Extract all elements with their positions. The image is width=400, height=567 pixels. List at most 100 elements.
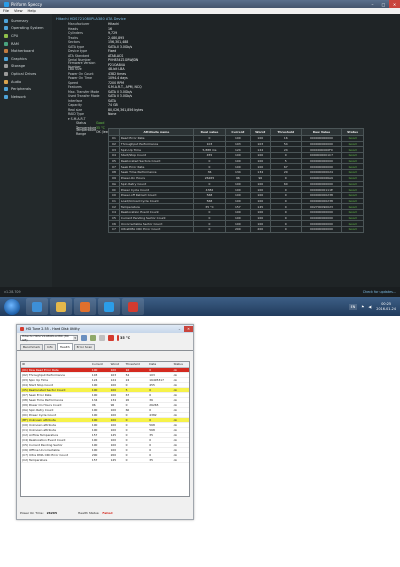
exit-icon[interactable] (108, 335, 114, 341)
power-on-value: 26265 (46, 511, 58, 515)
property-value: 16 (108, 26, 113, 31)
hdtune-window: HD Tune 2.55 - Hard Disk Utility – ✕ Hit… (16, 324, 194, 520)
close-button[interactable]: ✕ (389, 0, 400, 8)
thermometer-icon (117, 335, 119, 341)
language-indicator[interactable]: EN (348, 303, 358, 310)
sidebar-item-icon (4, 94, 8, 99)
temperature-display: 35 °C (117, 335, 130, 341)
hdtune-app-icon (20, 327, 24, 331)
smart-table-row: 05 Reallocated Sectors Count 0 100 100 5 00000… (108, 157, 364, 165)
check-updates-link[interactable]: Check for updates... (363, 290, 396, 294)
smart-column-header: Attribute name (118, 128, 194, 136)
smart-cell: 200 (249, 226, 271, 233)
version-label: v1.28.709 (4, 290, 21, 294)
sidebar-item-icon (4, 79, 8, 84)
flag-icon[interactable]: ⚑ (361, 305, 364, 309)
hdtune-titlebar: HD Tune 2.55 - Hard Disk Utility – ✕ (17, 325, 193, 333)
tab-error-scan[interactable]: Error Scan (73, 343, 96, 350)
clock-date: 2016-01-24 (376, 306, 396, 311)
hdtune-title: HD Tune 2.55 - Hard Disk Utility (26, 327, 80, 331)
property-name: Speed (68, 80, 78, 85)
property-value: 48-bit LBA (108, 67, 125, 72)
property-name: Interface (68, 98, 83, 103)
property-value: SATA II 3.0Gb/s (108, 94, 133, 99)
sidebar-item[interactable]: RAM (0, 40, 52, 48)
smart-cell: 200 (225, 226, 251, 233)
start-button[interactable] (4, 298, 20, 315)
sidebar-item[interactable]: Motherboard (0, 47, 52, 55)
menu-file[interactable]: File (3, 9, 9, 13)
health-cell: 145 (109, 457, 125, 463)
speccy-statusbar: v1.28.709 Check for updates... (0, 287, 400, 297)
property-value: ATA8-ACS (108, 53, 124, 58)
sidebar-item-label: Graphics (11, 56, 27, 61)
smart-column-header (108, 128, 120, 136)
drive-select[interactable]: Hitachi HDS721080PLA380 (80 GB) ▾ (20, 334, 78, 342)
speccy-title: Piriform Speccy (11, 1, 43, 7)
health-table-row[interactable]: (C2) Temperature 157 145 0 35 ok (21, 457, 189, 463)
minimize-button[interactable]: – (367, 0, 378, 8)
menu-help[interactable]: Help (28, 9, 36, 13)
smart-table-row: C6 Uncorrectable Sector Count 0 100 100 0 0000… (108, 220, 364, 227)
sidebar-item[interactable]: Summary (0, 17, 52, 25)
taskbar-button[interactable] (50, 298, 72, 315)
property-name: LBA Size (68, 67, 82, 72)
sidebar-item-label: Motherboard (11, 49, 35, 54)
property-value: 1094.4 days (108, 76, 128, 81)
firefox-icon (80, 301, 90, 312)
smart-attributes-table: Attribute name Real value Current Worst Thre… (108, 128, 364, 233)
health-cell: 157 (90, 457, 110, 463)
sidebar-item-label: Peripherals (11, 87, 32, 92)
sidebar-item-icon (4, 64, 8, 69)
smart-column-header: Threshold (269, 128, 302, 136)
hdtune-close-button[interactable]: ✕ (184, 326, 193, 332)
sidebar-item[interactable]: Network (0, 93, 52, 101)
sidebar-item[interactable]: Operating System (0, 25, 52, 33)
taskbar-button[interactable] (98, 298, 120, 315)
tab-info[interactable]: Info (44, 343, 56, 350)
menu-view[interactable]: View (14, 9, 23, 13)
speccy-sidebar: Summary Operating System CPU RAM Motherboard… (0, 14, 52, 287)
sidebar-item-icon (4, 71, 8, 76)
hdtune-footer: Power On Time: 26265 Health Status: Fail… (20, 511, 190, 515)
ie-icon (32, 301, 42, 312)
property-value: SATA-II 3.0Gb/s (108, 44, 133, 49)
clock[interactable]: 00:25 2016-01-24 (376, 302, 396, 311)
smart-cell: C7 (108, 226, 120, 233)
volume-icon[interactable]: ◀) (368, 305, 372, 309)
property-value: 74 GB (108, 103, 118, 108)
taskbar-button[interactable] (26, 298, 48, 315)
maximize-button[interactable]: □ (378, 0, 389, 8)
property-name: Device type (68, 49, 88, 54)
sidebar-item[interactable]: Audio (0, 78, 52, 86)
property-value: 9,729 (108, 31, 118, 36)
health-cell: (C2) Temperature (21, 457, 91, 463)
property-value: 80,026,361,856 bytes (108, 107, 144, 112)
property-value: None (108, 112, 117, 117)
sidebar-item-icon (4, 56, 8, 61)
sidebar-item[interactable]: Graphics (0, 55, 52, 63)
smart-column-header: Real value (192, 128, 227, 136)
hdtune-tabs: Benchmark Info Health Error Scan (17, 342, 193, 351)
options-icon[interactable] (99, 335, 105, 341)
hdtune-minimize-button[interactable]: – (175, 326, 184, 332)
tab-health[interactable]: Health (56, 342, 73, 350)
sidebar-item[interactable]: CPU (0, 32, 52, 40)
sidebar-item[interactable]: Peripherals (0, 85, 52, 93)
property-name: Sectors (68, 40, 80, 45)
sidebar-item[interactable]: Optical Drives (0, 70, 52, 78)
copy-icon[interactable] (81, 335, 87, 341)
taskbar-button[interactable] (122, 298, 144, 315)
property-name: ATA Standard (68, 53, 90, 58)
smart-column-header: Current (225, 128, 251, 136)
save-icon[interactable] (90, 335, 96, 341)
property-name: Manufacturer (68, 22, 90, 27)
property-value: 156,301,488 (108, 40, 129, 45)
sidebar-item[interactable]: Storage (0, 63, 52, 71)
property-name: Max. Transfer Mode (68, 89, 100, 94)
smart-table-row: 0C Power Cycle Count 4382 100 100 0 0000000011… (108, 186, 364, 193)
speccy-app-icon (4, 1, 9, 7)
smart-table-row: C4 Reallocation Event Count 0 100 100 0 000000… (108, 208, 364, 216)
tab-benchmark[interactable]: Benchmark (20, 343, 44, 350)
taskbar-button[interactable] (74, 298, 96, 315)
